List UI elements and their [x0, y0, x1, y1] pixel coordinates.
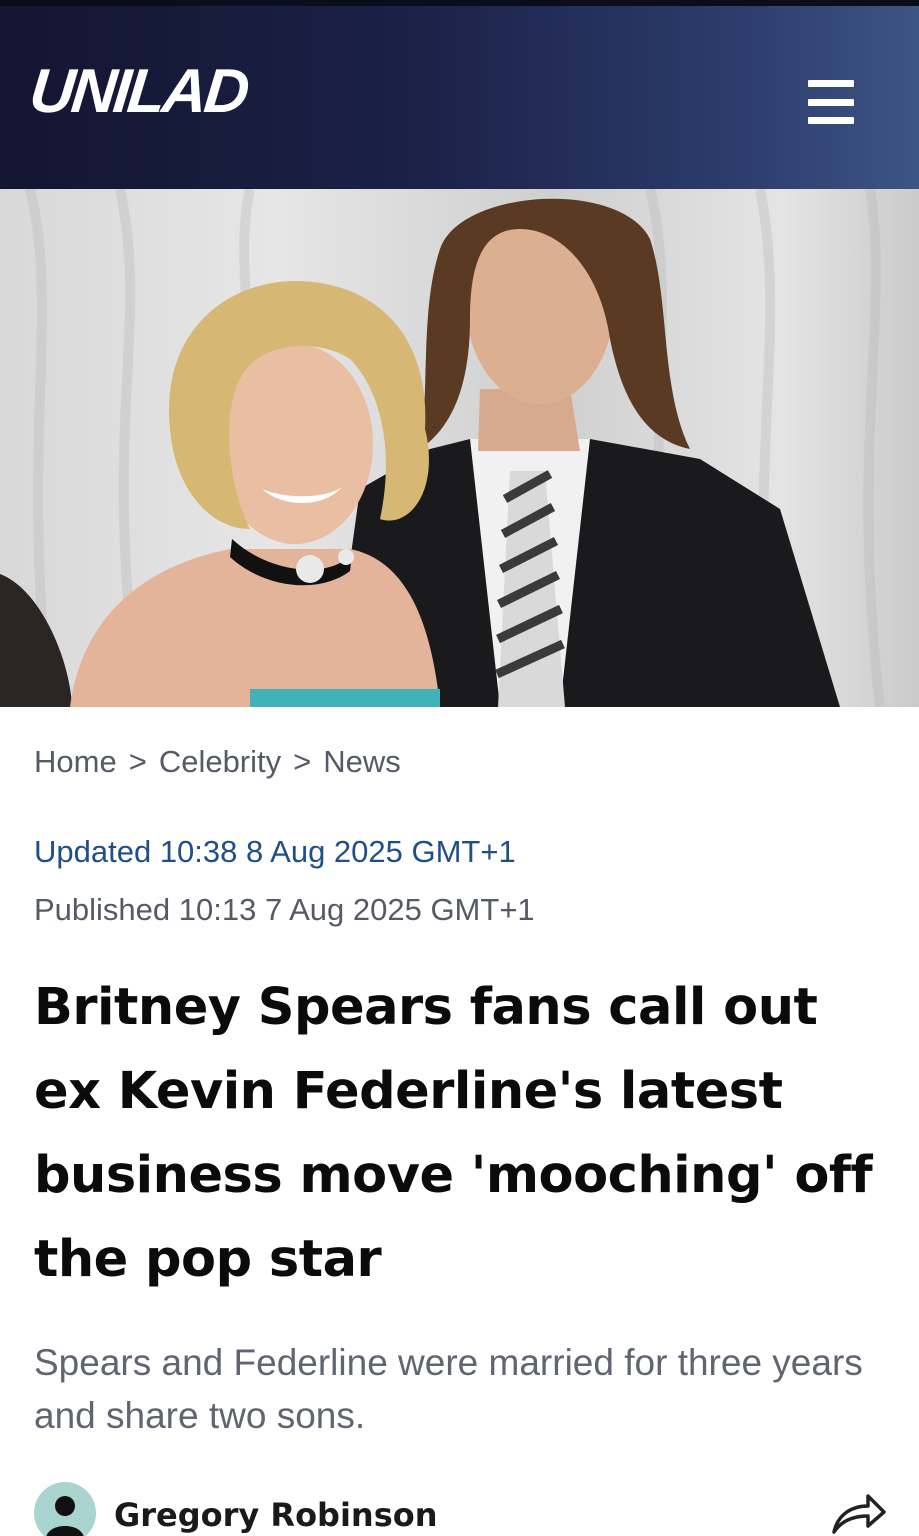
published-timestamp: Published 10:13 7 Aug 2025 GMT+1 [34, 892, 535, 927]
menu-bar [808, 80, 854, 87]
menu-bar [808, 117, 854, 124]
article-page: UNILAD Home > Celebrity > News Updated 1… [0, 0, 919, 1536]
breadcrumb-celebrity[interactable]: Celebrity [159, 744, 281, 780]
breadcrumb-separator: > [128, 744, 147, 779]
hero-image [0, 189, 919, 707]
site-header: UNILAD [0, 6, 919, 189]
author-name[interactable]: Gregory Robinson [114, 1496, 438, 1534]
breadcrumb: Home > Celebrity > News [34, 742, 401, 782]
hero-photo-illustration [0, 189, 885, 707]
breadcrumb-news[interactable]: News [323, 744, 401, 780]
breadcrumb-separator: > [293, 744, 312, 779]
menu-bar [808, 98, 854, 106]
share-arrow-icon[interactable] [830, 1492, 886, 1536]
article-subtitle: Spears and Federline were married for th… [34, 1342, 863, 1436]
site-logo[interactable]: UNILAD [26, 57, 249, 126]
user-avatar-icon[interactable] [34, 1482, 96, 1536]
breadcrumb-home[interactable]: Home [34, 744, 117, 780]
hamburger-menu-icon[interactable] [804, 80, 858, 124]
author-byline: Gregory Robinson [34, 1482, 886, 1536]
article-headline: Britney Spears fans call out ex Kevin Fe… [34, 978, 873, 1289]
updated-timestamp: Updated 10:38 8 Aug 2025 GMT+1 [34, 834, 516, 869]
